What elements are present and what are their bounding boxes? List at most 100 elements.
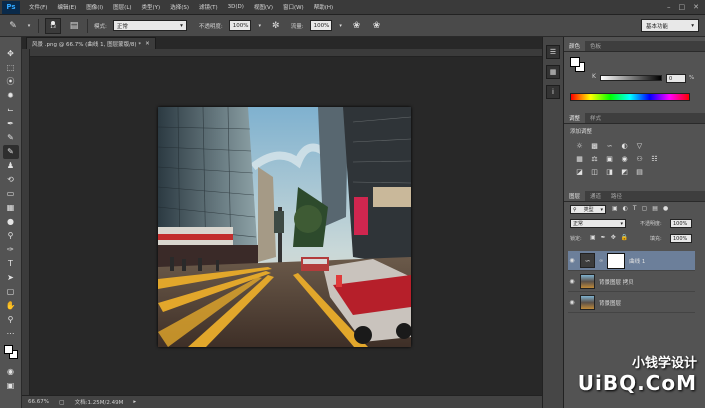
quick-select-tool-icon[interactable]: ✹ <box>3 89 19 103</box>
menu-filter[interactable]: 滤镜(T) <box>194 3 223 11</box>
path-select-tool-icon[interactable]: ➤ <box>3 271 19 285</box>
shape-tool-icon[interactable]: ▢ <box>3 285 19 299</box>
menu-3d[interactable]: 3D(D) <box>223 4 249 10</box>
properties-panel-icon[interactable]: ▦ <box>546 65 560 79</box>
eyedropper-tool-icon[interactable]: ✒ <box>3 117 19 131</box>
tab-adjustments[interactable]: 调整 <box>564 113 586 123</box>
zoom-level[interactable]: 66.67% <box>28 399 49 405</box>
threshold-icon[interactable]: ◨ <box>604 167 615 176</box>
menu-edit[interactable]: 编辑(E) <box>52 3 81 11</box>
lock-all-icon[interactable]: 🔒 <box>621 234 628 241</box>
chevron-down-icon[interactable]: ▾ <box>338 19 344 33</box>
color-lookup-icon[interactable]: ☷ <box>649 154 660 163</box>
maximize-icon[interactable]: □ <box>679 3 686 11</box>
tab-swatches[interactable]: 色板 <box>585 41 606 51</box>
layer-row[interactable]: ◉ 背景图层 拷贝 <box>568 272 695 292</box>
workspace-select[interactable]: 基本功能 ▾ <box>641 19 699 32</box>
menu-help[interactable]: 帮助(H) <box>309 3 338 11</box>
history-brush-tool-icon[interactable]: ⟲ <box>3 173 19 187</box>
menu-image[interactable]: 图像(I) <box>81 3 108 11</box>
minimize-icon[interactable]: – <box>667 3 671 11</box>
tab-styles[interactable]: 样式 <box>585 113 606 123</box>
blur-tool-icon[interactable]: ● <box>3 215 19 229</box>
brush-tool-icon[interactable]: ✎ <box>2 145 19 159</box>
more-tools-icon[interactable]: ⋯ <box>3 327 19 341</box>
color-fg-bg[interactable] <box>570 57 586 73</box>
crop-tool-icon[interactable]: ⌙ <box>3 103 19 117</box>
filter-shape-icon[interactable]: ▢ <box>642 205 648 212</box>
close-icon[interactable]: ✕ <box>693 3 699 11</box>
info-panel-icon[interactable]: i <box>546 85 560 99</box>
posterize-icon[interactable]: ◫ <box>589 167 600 176</box>
menu-view[interactable]: 视图(V) <box>249 3 278 11</box>
airbrush-icon[interactable]: ❀ <box>350 19 364 33</box>
healing-brush-tool-icon[interactable]: ✎ <box>3 131 19 145</box>
layer-filter-select[interactable]: ⚲ 类型 ▾ <box>570 205 606 214</box>
layer-mask-thumbnail[interactable] <box>607 252 626 269</box>
layer-row[interactable]: ◉ 背景图层 <box>568 293 695 313</box>
canvas-image[interactable] <box>158 107 411 347</box>
eraser-tool-icon[interactable]: ▭ <box>3 187 19 201</box>
tab-channels[interactable]: 通道 <box>585 191 606 201</box>
foreground-color-swatch[interactable] <box>570 57 580 67</box>
k-value-field[interactable]: 0 <box>666 74 686 83</box>
filter-toggle-icon[interactable]: ● <box>663 205 668 212</box>
exposure-icon[interactable]: ◐ <box>619 141 630 150</box>
tab-layers[interactable]: 图层 <box>564 191 586 201</box>
pen-tool-icon[interactable]: ✑ <box>3 243 19 257</box>
document-tab[interactable]: 风景 .png @ 66.7% (曲线 1, 图层蒙版/8) * ✕ <box>26 37 156 49</box>
chevron-right-icon[interactable]: ▸ <box>133 399 136 405</box>
menu-select[interactable]: 选择(S) <box>165 3 194 11</box>
curves-icon[interactable]: ∽ <box>604 141 615 150</box>
brush-panel-icon[interactable]: ▤ <box>67 19 81 33</box>
fill-field[interactable]: 100% <box>670 234 692 243</box>
foreground-color-swatch[interactable] <box>3 345 13 354</box>
close-icon[interactable]: ✕ <box>145 41 150 47</box>
zoom-tool-icon[interactable]: ⚲ <box>3 313 19 327</box>
opacity-field[interactable]: 100% <box>228 20 251 31</box>
tab-paths[interactable]: 路径 <box>606 191 627 201</box>
filter-type-icon[interactable]: T <box>633 205 637 212</box>
black-white-icon[interactable]: ▣ <box>604 154 615 163</box>
vibrance-icon[interactable]: ▽ <box>634 141 645 150</box>
mode-select[interactable]: 正常 ▾ <box>112 20 187 31</box>
hue-saturation-icon[interactable]: ▦ <box>574 154 585 163</box>
lock-transparent-icon[interactable]: ▣ <box>590 234 596 241</box>
k-slider[interactable] <box>600 75 662 81</box>
levels-icon[interactable]: ▩ <box>589 141 600 150</box>
brush-tool-icon[interactable]: ✎ <box>6 19 20 33</box>
color-swatches[interactable] <box>3 343 19 361</box>
link-icon[interactable]: ∞ <box>599 258 603 264</box>
brightness-icon[interactable]: ☼ <box>574 141 585 150</box>
chevron-down-icon[interactable]: ▾ <box>26 19 32 33</box>
lock-paint-icon[interactable]: ✒ <box>601 234 606 241</box>
channel-mixer-icon[interactable]: ⚇ <box>634 154 645 163</box>
menu-window[interactable]: 窗口(W) <box>278 3 309 11</box>
history-panel-icon[interactable]: ☰ <box>546 45 560 59</box>
color-balance-icon[interactable]: ⚖ <box>589 154 600 163</box>
lock-position-icon[interactable]: ✥ <box>611 234 616 241</box>
marquee-tool-icon[interactable]: ⬚ <box>3 61 19 75</box>
menu-file[interactable]: 文件(F) <box>24 3 52 11</box>
eye-icon[interactable]: ◉ <box>568 299 576 306</box>
menu-layer[interactable]: 图层(L) <box>108 3 136 11</box>
screen-mode-icon[interactable]: ▣ <box>3 379 19 393</box>
layer-opacity-field[interactable]: 100% <box>670 219 692 228</box>
eye-icon[interactable]: ◉ <box>568 257 576 264</box>
eye-icon[interactable]: ◉ <box>568 278 576 285</box>
color-spectrum[interactable] <box>570 93 690 101</box>
gradient-map-icon[interactable]: ▤ <box>634 167 645 176</box>
clone-stamp-tool-icon[interactable]: ♟ <box>3 159 19 173</box>
layer-row[interactable]: ◉ ∽ ∞ 曲线 1 <box>568 251 695 271</box>
pressure-opacity-icon[interactable]: ✼ <box>269 19 283 33</box>
type-tool-icon[interactable]: T <box>3 257 19 271</box>
photo-filter-icon[interactable]: ◉ <box>619 154 630 163</box>
chevron-down-icon[interactable]: ▾ <box>257 19 263 33</box>
filter-pixel-icon[interactable]: ▣ <box>612 205 618 212</box>
tab-color[interactable]: 颜色 <box>564 41 586 51</box>
selective-color-icon[interactable]: ◩ <box>619 167 630 176</box>
lasso-tool-icon[interactable]: ⦿ <box>3 75 19 89</box>
pressure-size-icon[interactable]: ❀ <box>370 19 384 33</box>
quick-mask-icon[interactable]: ◉ <box>3 365 19 379</box>
hand-tool-icon[interactable]: ✋ <box>3 299 19 313</box>
